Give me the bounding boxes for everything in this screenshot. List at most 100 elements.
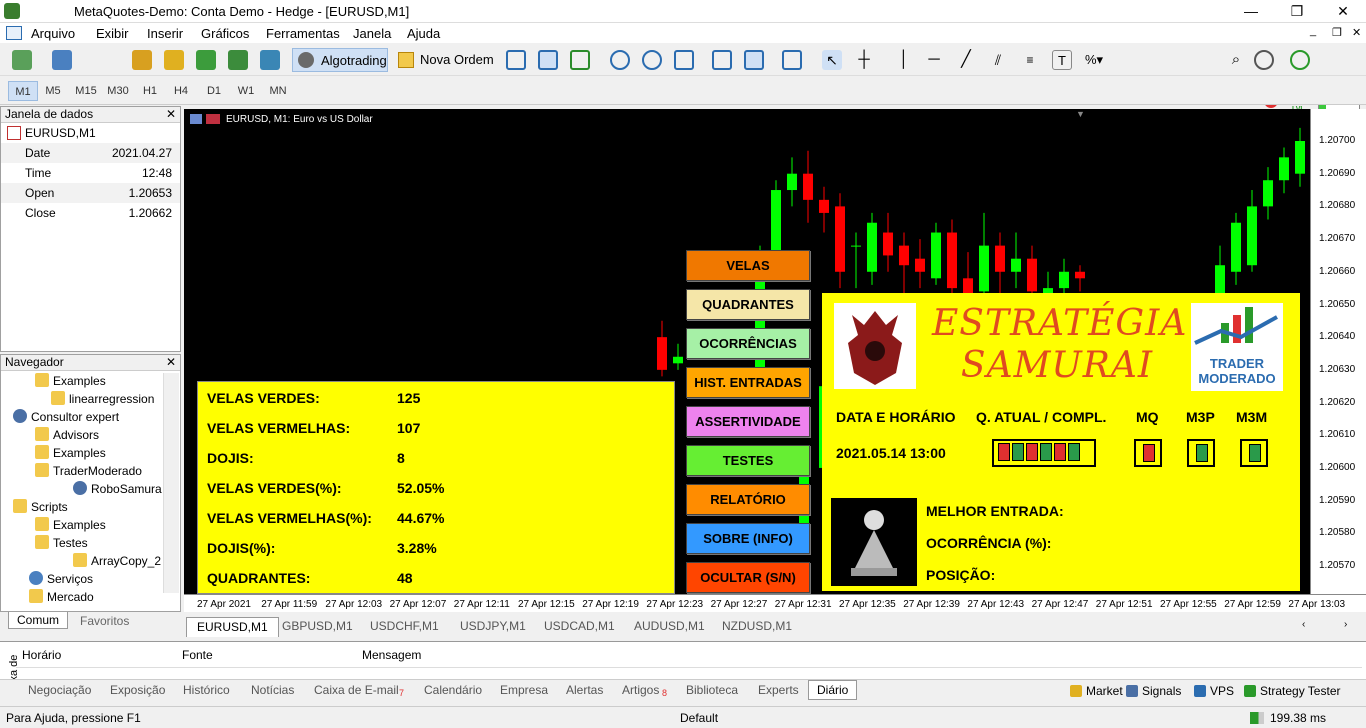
toolbox-tab[interactable]: Histórico: [183, 683, 230, 697]
candles-icon[interactable]: [538, 50, 558, 70]
menu-graficos[interactable]: Gráficos: [201, 26, 249, 41]
nav-item[interactable]: Consultor expert: [13, 409, 119, 424]
toolbox-tab[interactable]: Caixa de E-mail: [314, 683, 399, 697]
shapes-icon[interactable]: %▾: [1084, 50, 1104, 70]
templates-icon[interactable]: [782, 50, 802, 70]
notifications-icon[interactable]: [1254, 50, 1274, 70]
signals-link[interactable]: Signals: [1142, 684, 1181, 698]
tf-mn[interactable]: MN: [263, 81, 293, 101]
nav-item[interactable]: Mercado: [29, 589, 94, 604]
tf-m15[interactable]: M15: [71, 81, 101, 101]
nav-item[interactable]: Advisors: [35, 427, 99, 442]
col-mensagem[interactable]: Mensagem: [362, 648, 421, 662]
child-minimize-button[interactable]: _: [1310, 25, 1316, 37]
nav-item[interactable]: Examples: [35, 517, 106, 532]
btn-ocultar-s-n[interactable]: OCULTAR (S/N): [686, 562, 810, 593]
algotrading-button[interactable]: Algotrading: [292, 48, 388, 72]
close-icon[interactable]: ✕: [166, 355, 176, 370]
maximize-button[interactable]: ❐: [1274, 0, 1320, 23]
toolbox-tab[interactable]: Experts: [758, 683, 799, 697]
toolbox-tab[interactable]: Calendário: [424, 683, 482, 697]
market-link[interactable]: Market: [1086, 684, 1123, 698]
nav-item[interactable]: Scripts: [13, 499, 68, 514]
tf-w1[interactable]: W1: [231, 81, 261, 101]
minimize-button[interactable]: —: [1228, 0, 1274, 23]
tab-favoritos[interactable]: Favoritos: [80, 614, 129, 628]
tab-comum[interactable]: Comum: [8, 612, 69, 629]
nav-item[interactable]: Examples: [35, 445, 106, 460]
toolbox-tab[interactable]: Diário: [808, 680, 858, 700]
menu-ferramentas[interactable]: Ferramentas: [266, 26, 340, 41]
nav-item[interactable]: Testes: [35, 535, 88, 550]
nova-ordem-button[interactable]: Nova Ordem: [394, 48, 494, 72]
horizontal-line-icon[interactable]: ─: [924, 50, 944, 70]
toolbox-tab[interactable]: Alertas: [566, 683, 603, 697]
btn-velas[interactable]: VELAS: [686, 250, 810, 281]
col-fonte[interactable]: Fonte: [182, 648, 213, 662]
nav-item[interactable]: RoboSamura: [73, 481, 162, 496]
nav-item[interactable]: Examples: [35, 373, 106, 388]
zoom-in-icon[interactable]: [610, 50, 630, 70]
fibonacci-icon[interactable]: ≡: [1020, 50, 1040, 70]
tf-h4[interactable]: H4: [166, 81, 196, 101]
nav-item[interactable]: linearregression: [51, 391, 154, 406]
toolbox-tab[interactable]: Biblioteca: [686, 683, 738, 697]
btn-testes[interactable]: TESTES: [686, 445, 810, 476]
symbol-tab[interactable]: EURUSD,M1: [186, 617, 279, 637]
strategy-tester-icon[interactable]: [260, 50, 280, 70]
level-icon[interactable]: [1290, 50, 1310, 70]
toolbox-tab[interactable]: Artigos: [622, 683, 659, 697]
autoscroll-icon[interactable]: [744, 50, 764, 70]
menu-arquivo[interactable]: Arquivo: [31, 26, 75, 41]
tf-m5[interactable]: M5: [38, 81, 68, 101]
app-icon[interactable]: [4, 3, 20, 19]
menu-inserir[interactable]: Inserir: [147, 26, 183, 41]
navigator-scrollbar[interactable]: [163, 373, 179, 593]
nav-item[interactable]: TraderModerado: [35, 463, 142, 478]
btn-sobre-info[interactable]: SOBRE (INFO): [686, 523, 810, 554]
trendline-icon[interactable]: ╱: [956, 50, 976, 70]
btn-relat-rio[interactable]: RELATÓRIO: [686, 484, 810, 515]
nav-item[interactable]: ArrayCopy_2: [73, 553, 161, 568]
search-icon[interactable]: ⌕: [1226, 50, 1246, 70]
btn-hist-entradas[interactable]: HIST. ENTRADAS: [686, 367, 810, 398]
terminal-icon[interactable]: [228, 50, 248, 70]
menu-exibir[interactable]: Exibir: [96, 26, 129, 41]
chart-shift-icon[interactable]: [712, 50, 732, 70]
nav-item[interactable]: Serviços: [29, 571, 93, 586]
vps-link[interactable]: VPS: [1210, 684, 1234, 698]
tf-m1[interactable]: M1: [8, 81, 38, 101]
vertical-line-icon[interactable]: │: [894, 50, 914, 70]
symbol-tab[interactable]: NZDUSD,M1: [712, 617, 802, 637]
zoom-out-icon[interactable]: [642, 50, 662, 70]
text-icon[interactable]: T: [1052, 50, 1072, 70]
close-button[interactable]: ✕: [1320, 0, 1366, 23]
toolbox-tab[interactable]: Notícias: [251, 683, 294, 697]
profiles-icon[interactable]: [52, 50, 72, 70]
col-horario[interactable]: Horário: [22, 648, 61, 662]
btn-ocorr-ncias[interactable]: OCORRÊNCIAS: [686, 328, 810, 359]
bar-chart-icon[interactable]: [506, 50, 526, 70]
market-watch-icon[interactable]: [132, 50, 152, 70]
symbol-tab[interactable]: GBPUSD,M1: [272, 617, 363, 637]
menu-janela[interactable]: Janela: [353, 26, 391, 41]
tf-d1[interactable]: D1: [199, 81, 229, 101]
crosshair-icon[interactable]: ┼: [854, 50, 874, 70]
strategy-tester-link[interactable]: Strategy Tester: [1260, 684, 1340, 698]
new-chart-icon[interactable]: [12, 50, 32, 70]
btn-quadrantes[interactable]: QUADRANTES: [686, 289, 810, 320]
close-icon[interactable]: ✕: [166, 107, 176, 122]
cursor-icon[interactable]: ↖: [822, 50, 842, 70]
chart-doc-icon[interactable]: [6, 26, 22, 40]
menu-ajuda[interactable]: Ajuda: [407, 26, 440, 41]
child-close-button[interactable]: ✕: [1352, 26, 1361, 39]
toolbox-tab[interactable]: Empresa: [500, 683, 548, 697]
tabs-scroll-right[interactable]: ›: [1344, 619, 1347, 630]
signal-icon[interactable]: [196, 50, 216, 70]
lock-icon[interactable]: [164, 50, 184, 70]
toolbox-tab[interactable]: Exposição: [110, 683, 165, 697]
symbol-tab[interactable]: USDJPY,M1: [450, 617, 536, 637]
symbol-tab[interactable]: AUDUSD,M1: [624, 617, 715, 637]
child-restore-button[interactable]: ❐: [1332, 26, 1342, 39]
tabs-scroll-left[interactable]: ‹: [1302, 619, 1305, 630]
